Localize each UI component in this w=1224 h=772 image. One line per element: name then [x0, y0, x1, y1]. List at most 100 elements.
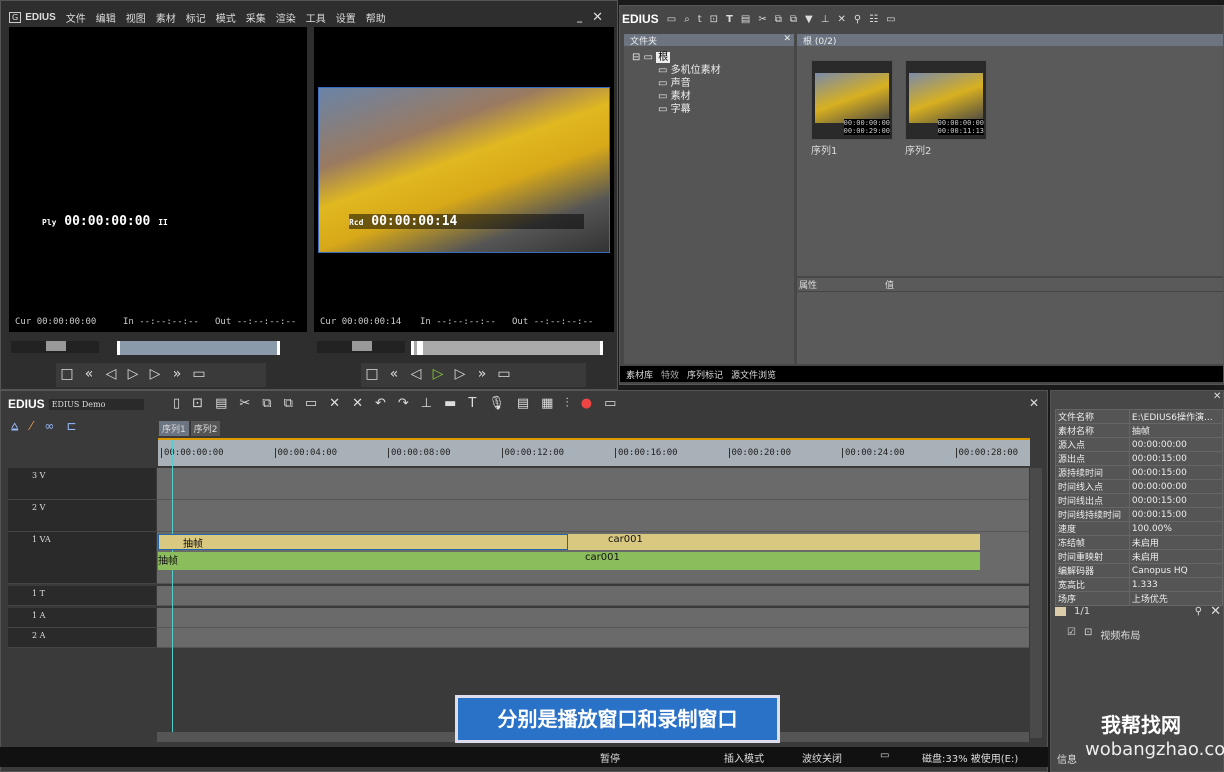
clip-thumbnail[interactable]: 00:00:00:00 00:00:29:00: [811, 60, 893, 140]
cut-icon[interactable]: ✂: [758, 14, 766, 25]
track-lane[interactable]: [157, 608, 1029, 628]
folder-item[interactable]: ▭ 素材: [632, 87, 794, 102]
playhead-handle[interactable]: [417, 341, 423, 355]
tab-sequence-1[interactable]: 序列1: [159, 421, 189, 436]
properties-icon[interactable]: ⚲: [854, 14, 861, 25]
paste-icon[interactable]: ⧉: [790, 14, 797, 25]
recorder-monitor[interactable]: Rcd 00:00:00:14 Cur 00:00:00:14 In --:--…: [314, 27, 614, 332]
track-header[interactable]: 1 VA: [8, 532, 156, 584]
mic-icon[interactable]: 🎙: [488, 396, 505, 411]
ripple-icon[interactable]: ⊏: [66, 419, 76, 434]
step-back-icon[interactable]: ◁: [405, 366, 427, 382]
paste-icon[interactable]: ⧉: [284, 396, 293, 411]
step-forward-icon[interactable]: ▷: [144, 366, 166, 382]
title-icon[interactable]: T: [468, 396, 476, 411]
play-icon[interactable]: ▷: [122, 366, 144, 382]
clip-thumbnail[interactable]: 00:00:00:00 00:00:11:13: [905, 60, 987, 140]
tab-sequence-2[interactable]: 序列2: [190, 421, 221, 436]
fast-forward-icon[interactable]: »: [166, 366, 188, 382]
loop-icon[interactable]: ▭: [493, 366, 515, 382]
color-icon[interactable]: ●: [581, 396, 592, 411]
delete-effect-icon[interactable]: ✕: [1210, 604, 1221, 619]
delete-icon[interactable]: ✕: [329, 396, 340, 411]
add-clip-icon[interactable]: ⊡: [710, 14, 718, 25]
video-clip[interactable]: car001: [568, 534, 980, 550]
tab-effects[interactable]: 特效: [661, 368, 679, 381]
step-back-icon[interactable]: ◁: [100, 366, 122, 382]
track-header[interactable]: 1 T: [8, 586, 156, 606]
sync-icon[interactable]: ⩠: [11, 419, 18, 434]
grid-icon[interactable]: ▦: [541, 396, 553, 411]
replace-icon[interactable]: ▭: [305, 396, 317, 411]
vertical-scrollbar[interactable]: [1030, 468, 1042, 738]
open-icon[interactable]: ⊡: [192, 396, 203, 411]
recorder-position-bar[interactable]: [411, 341, 603, 355]
menu-file[interactable]: 文件: [66, 10, 86, 25]
menu-edit[interactable]: 编辑: [96, 10, 116, 25]
step-forward-icon[interactable]: ▷: [449, 366, 471, 382]
rewind-icon[interactable]: «: [78, 366, 100, 382]
up-icon[interactable]: t: [698, 14, 702, 25]
info-tab[interactable]: 信息: [1057, 751, 1077, 766]
menu-tools[interactable]: 工具: [306, 10, 326, 25]
player-monitor[interactable]: Ply 00:00:00:00 II Cur 00:00:00:00 In --…: [9, 27, 307, 332]
bin-icon[interactable]: ▭: [886, 14, 895, 25]
copy-icon[interactable]: ⧉: [775, 14, 782, 25]
folder-icon[interactable]: ▭: [667, 14, 676, 25]
menu-marker[interactable]: 标记: [186, 10, 206, 25]
insert-icon[interactable]: ⊥: [821, 14, 830, 25]
title-icon[interactable]: T: [726, 14, 733, 25]
track-lane[interactable]: [157, 500, 1029, 532]
track-header[interactable]: 2 V: [8, 500, 156, 532]
folder-item[interactable]: ▭ 字幕: [632, 100, 794, 115]
tab-sequence-markers[interactable]: 序列标记: [687, 368, 723, 381]
new-sequence-icon[interactable]: ▯: [173, 396, 180, 411]
recorder-shuttle-slider[interactable]: [317, 341, 405, 353]
menu-view[interactable]: 视图: [126, 10, 146, 25]
track-lane[interactable]: [157, 586, 1029, 606]
close-icon[interactable]: ✕: [1029, 396, 1039, 410]
stop-icon[interactable]: □: [361, 366, 383, 382]
cut-icon[interactable]: ✂: [239, 396, 250, 411]
menu-help[interactable]: 帮助: [366, 10, 386, 25]
track-header[interactable]: 1 A: [8, 608, 156, 628]
search-icon[interactable]: ⌕: [684, 14, 690, 25]
audio-clip[interactable]: 抽帧: [158, 552, 555, 570]
track-lane[interactable]: [157, 628, 1029, 648]
checkbox-icon[interactable]: ☑: [1067, 627, 1076, 642]
save-icon[interactable]: ▤: [215, 396, 227, 411]
link-icon[interactable]: ⁄: [30, 419, 32, 434]
loop-icon[interactable]: ▭: [188, 366, 210, 382]
folder-root[interactable]: ⊟ ▭ 根: [632, 48, 794, 63]
effect-item[interactable]: ☑ ⊡ 视频布局: [1067, 627, 1140, 642]
player-position-bar[interactable]: [117, 341, 280, 355]
status-ripple[interactable]: 波纹关闭: [802, 750, 842, 765]
tab-source-browser[interactable]: 源文件浏览: [731, 368, 776, 381]
menu-mode[interactable]: 模式: [216, 10, 236, 25]
time-ruler[interactable]: 00:00:00:00 00:00:04:00 00:00:08:00 00:00:1…: [158, 438, 1030, 466]
track-lane[interactable]: [157, 468, 1029, 500]
track-header[interactable]: 2 A: [8, 628, 156, 648]
mixer-icon[interactable]: ⫶: [565, 396, 568, 411]
color-bar-icon[interactable]: ▤: [741, 14, 750, 25]
monitor-icon[interactable]: ▭: [880, 750, 889, 761]
copy-icon[interactable]: ⧉: [262, 396, 271, 411]
play-icon[interactable]: ▷: [427, 366, 449, 382]
group-icon[interactable]: ∞: [44, 419, 54, 434]
undo-icon[interactable]: ↶: [375, 396, 386, 411]
tab-bin[interactable]: 素材库: [626, 368, 653, 381]
status-insert-mode[interactable]: 插入模式: [724, 750, 764, 765]
player-shuttle-slider[interactable]: [11, 341, 99, 353]
render-icon[interactable]: ▤: [517, 396, 529, 411]
snap-icon[interactable]: ▬: [444, 396, 456, 411]
rewind-icon[interactable]: «: [383, 366, 405, 382]
track-header[interactable]: 3 V: [8, 468, 156, 500]
close-icon[interactable]: ✕: [783, 34, 791, 44]
close-icon[interactable]: ✕: [1213, 391, 1221, 402]
menu-render[interactable]: 渲染: [276, 10, 296, 25]
export-icon[interactable]: ▭: [604, 396, 616, 411]
view-icon[interactable]: ☷: [869, 14, 878, 25]
add-cut-icon[interactable]: ⊥: [421, 396, 432, 411]
close-button[interactable]: ✕: [592, 10, 603, 25]
minimize-button[interactable]: _: [577, 12, 582, 23]
